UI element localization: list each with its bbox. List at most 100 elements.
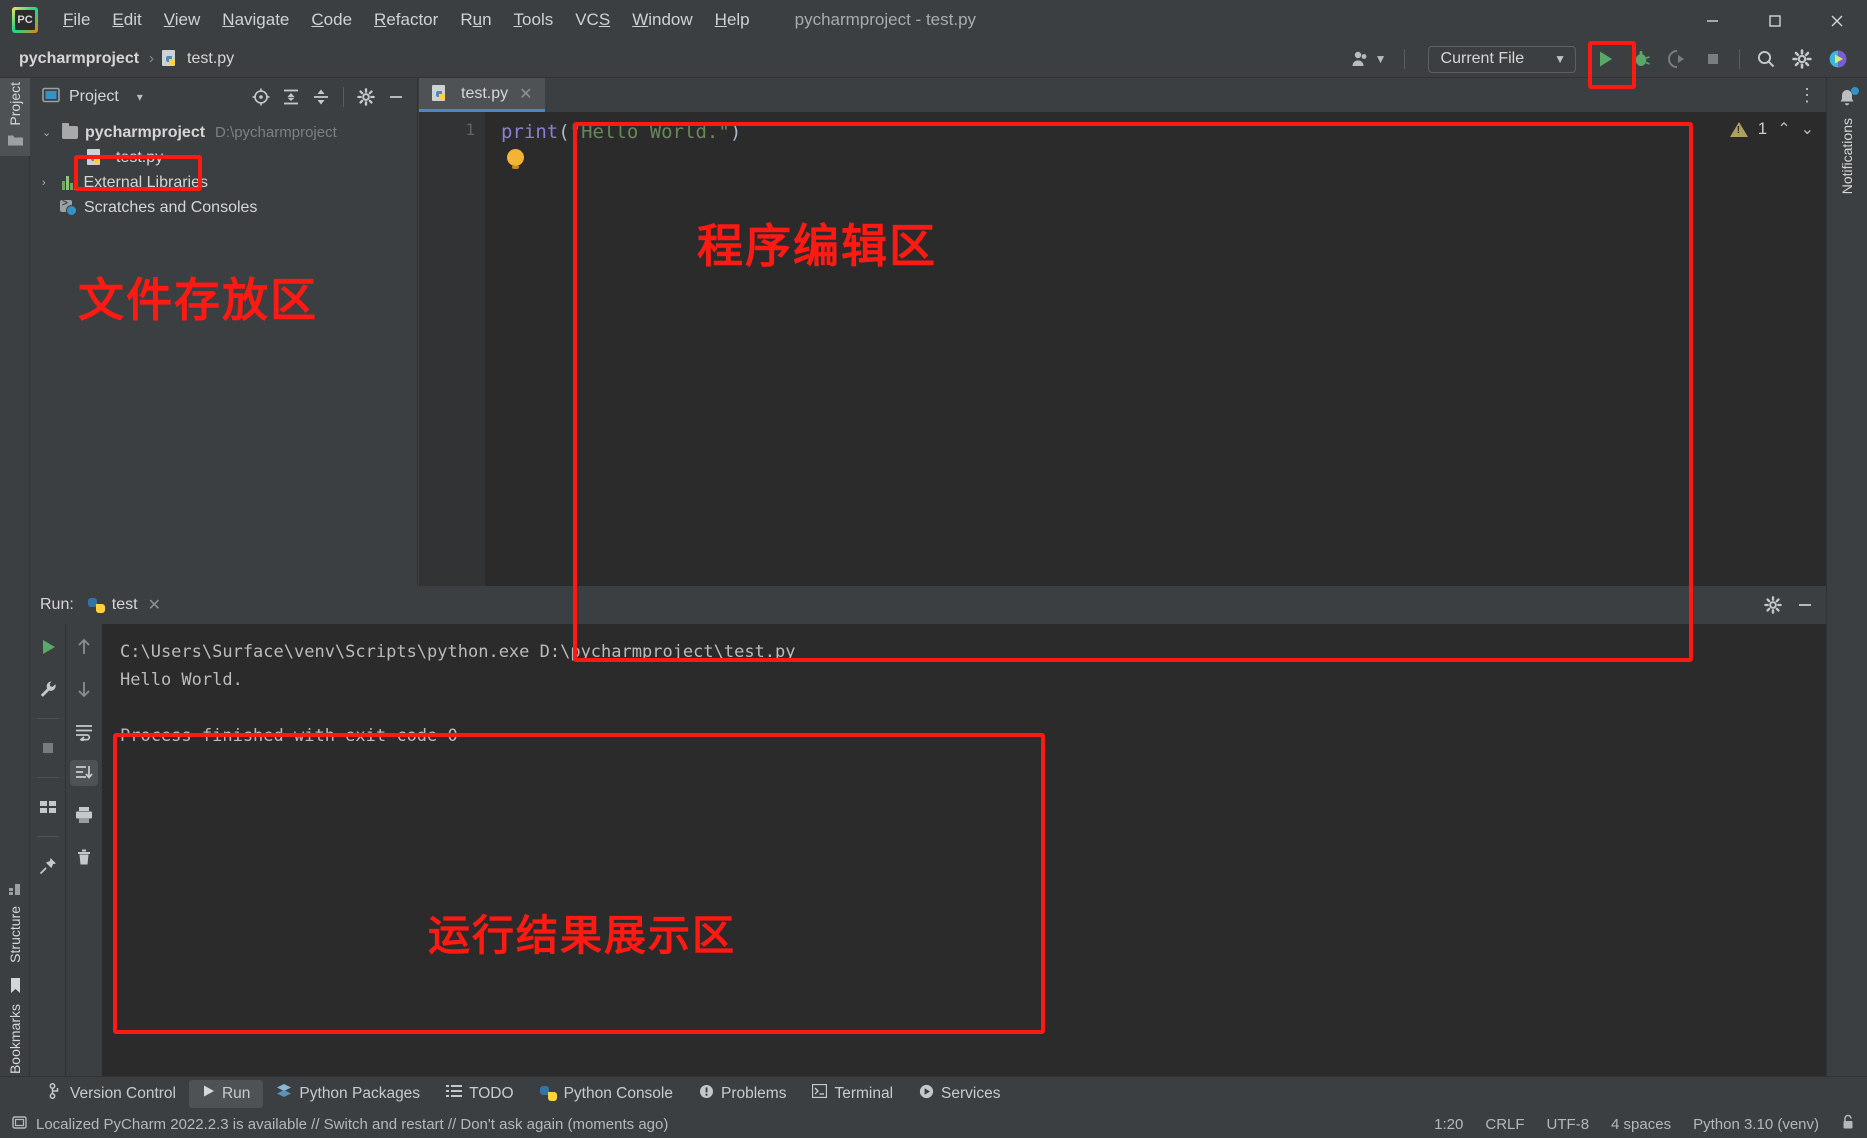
run-console-output[interactable]: C:\Users\Surface\venv\Scripts\python.exe… bbox=[102, 624, 1826, 1090]
status-message-group[interactable]: Localized PyCharm 2022.2.3 is available … bbox=[12, 1115, 668, 1134]
gear-icon[interactable] bbox=[1758, 590, 1788, 620]
python-interpreter[interactable]: Python 3.10 (venv) bbox=[1693, 1116, 1819, 1133]
next-highlight-icon[interactable]: ⌄ bbox=[1801, 119, 1814, 139]
gear-icon[interactable] bbox=[351, 82, 381, 112]
window-title: pycharmproject - test.py bbox=[795, 10, 976, 30]
menu-window[interactable]: Window bbox=[621, 6, 703, 34]
pycharm-window: File Edit View Navigate Code Refactor Ru… bbox=[0, 0, 1867, 1138]
scroll-to-end-icon[interactable] bbox=[70, 760, 98, 786]
sidebar-item-structure[interactable]: Structure bbox=[7, 881, 23, 963]
menu-edit[interactable]: Edit bbox=[101, 6, 152, 34]
close-icon[interactable]: ✕ bbox=[519, 84, 532, 104]
code-area[interactable]: print("Hello World.") bbox=[485, 112, 1826, 586]
menu-run[interactable]: Run bbox=[449, 6, 502, 34]
layout-icon[interactable] bbox=[34, 794, 62, 820]
chevron-right-icon[interactable]: › bbox=[42, 177, 46, 189]
sidebar-item-notifications[interactable]: Notifications bbox=[1839, 118, 1855, 194]
chevron-down-icon[interactable]: ⌄ bbox=[42, 126, 51, 139]
print-icon[interactable] bbox=[70, 802, 98, 828]
pin-icon[interactable] bbox=[34, 853, 62, 879]
console-line: C:\Users\Surface\venv\Scripts\python.exe… bbox=[120, 638, 1826, 666]
rerun-icon[interactable] bbox=[34, 634, 62, 660]
collapse-all-icon[interactable] bbox=[306, 82, 336, 112]
notification-icon bbox=[12, 1115, 27, 1134]
run-configuration-selector[interactable]: Current File ▼ bbox=[1428, 46, 1576, 73]
run-button[interactable] bbox=[1588, 44, 1622, 74]
expand-all-icon[interactable] bbox=[276, 82, 306, 112]
trash-icon[interactable] bbox=[70, 844, 98, 870]
tab-version-control[interactable]: Version Control bbox=[36, 1080, 189, 1108]
tree-item-testpy[interactable]: test.py bbox=[30, 145, 417, 170]
soft-wrap-icon[interactable] bbox=[70, 718, 98, 744]
divider bbox=[1404, 49, 1405, 69]
tab-python-packages[interactable]: Python Packages bbox=[263, 1080, 433, 1108]
caret-position[interactable]: 1:20 bbox=[1434, 1116, 1463, 1133]
python-file-icon bbox=[161, 50, 178, 67]
breadcrumb-file[interactable]: test.py bbox=[184, 48, 237, 70]
menu-help[interactable]: Help bbox=[704, 6, 761, 34]
select-opened-file-icon[interactable] bbox=[246, 82, 276, 112]
run-panel-actions bbox=[1758, 586, 1820, 624]
account-icon[interactable]: ▼ bbox=[1342, 45, 1395, 73]
branch-icon bbox=[49, 1083, 63, 1104]
menu-navigate[interactable]: Navigate bbox=[211, 6, 300, 34]
menu-refactor[interactable]: Refactor bbox=[363, 6, 449, 34]
lightbulb-icon[interactable] bbox=[507, 149, 524, 166]
run-tab-test[interactable]: test ✕ bbox=[88, 595, 161, 615]
ai-assistant-icon[interactable] bbox=[1821, 44, 1855, 74]
bell-icon[interactable] bbox=[1837, 88, 1857, 108]
close-button[interactable] bbox=[1805, 0, 1867, 40]
line-separator[interactable]: CRLF bbox=[1485, 1116, 1524, 1133]
minimize-button[interactable] bbox=[1681, 0, 1743, 40]
close-icon[interactable]: ✕ bbox=[148, 595, 161, 615]
menu-tools[interactable]: Tools bbox=[503, 6, 565, 34]
tab-problems[interactable]: Problems bbox=[686, 1080, 799, 1108]
tab-terminal[interactable]: Terminal bbox=[799, 1080, 906, 1108]
tree-item-external-libraries[interactable]: › External Libraries bbox=[30, 170, 417, 195]
menu-code[interactable]: Code bbox=[300, 6, 363, 34]
menu-view[interactable]: View bbox=[153, 6, 212, 34]
menu-vcs[interactable]: VCS bbox=[564, 6, 621, 34]
divider bbox=[343, 87, 344, 107]
search-everywhere-icon[interactable] bbox=[1749, 44, 1783, 74]
project-tree: ⌄ pycharmproject D:\pycharmproject test.… bbox=[30, 116, 417, 220]
scroll-up-icon[interactable] bbox=[70, 634, 98, 660]
hide-panel-icon[interactable] bbox=[1790, 590, 1820, 620]
stop-button[interactable] bbox=[1696, 44, 1730, 74]
previous-highlight-icon[interactable]: ⌃ bbox=[1777, 119, 1790, 139]
tree-item-pycharmproject[interactable]: ⌄ pycharmproject D:\pycharmproject bbox=[30, 120, 417, 145]
warning-triangle-icon bbox=[1730, 122, 1748, 137]
tab-todo[interactable]: TODO bbox=[433, 1080, 527, 1108]
library-icon bbox=[62, 175, 77, 190]
menu-bar: File Edit View Navigate Code Refactor Ru… bbox=[0, 0, 1867, 40]
wrench-icon[interactable] bbox=[34, 676, 62, 702]
sidebar-item-bookmarks[interactable]: Bookmarks bbox=[7, 977, 23, 1074]
tab-run[interactable]: Run bbox=[189, 1080, 263, 1108]
chevron-down-icon[interactable]: ▾ bbox=[137, 90, 143, 104]
stop-icon[interactable] bbox=[34, 735, 62, 761]
tree-item-path: D:\pycharmproject bbox=[215, 124, 337, 141]
maximize-button[interactable] bbox=[1743, 0, 1805, 40]
tab-python-console[interactable]: Python Console bbox=[527, 1080, 686, 1108]
project-panel-header: Project ▾ bbox=[30, 78, 417, 116]
settings-gear-icon[interactable] bbox=[1785, 44, 1819, 74]
breadcrumb-project[interactable]: pycharmproject bbox=[16, 48, 142, 70]
run-coverage-button[interactable] bbox=[1660, 44, 1694, 74]
hide-panel-icon[interactable] bbox=[381, 82, 411, 112]
divider bbox=[1739, 49, 1740, 69]
tab-test-py[interactable]: test.py ✕ bbox=[419, 78, 545, 112]
file-encoding[interactable]: UTF-8 bbox=[1547, 1116, 1590, 1133]
run-panel-label: Run: bbox=[40, 596, 74, 614]
sidebar-item-project[interactable]: Project bbox=[7, 82, 23, 126]
menu-file[interactable]: File bbox=[52, 6, 101, 34]
tab-services[interactable]: Services bbox=[906, 1080, 1013, 1108]
scroll-down-icon[interactable] bbox=[70, 676, 98, 702]
indent-setting[interactable]: 4 spaces bbox=[1611, 1116, 1671, 1133]
terminal-icon bbox=[812, 1084, 827, 1103]
lock-icon[interactable] bbox=[1841, 1114, 1855, 1134]
tree-item-scratches-and-consoles[interactable]: Scratches and Consoles bbox=[30, 195, 417, 220]
debug-button[interactable] bbox=[1624, 44, 1658, 74]
more-options-icon[interactable]: ⋮ bbox=[1792, 80, 1822, 110]
services-icon bbox=[919, 1084, 934, 1104]
right-activity-bar: Notifications bbox=[1826, 78, 1867, 1090]
